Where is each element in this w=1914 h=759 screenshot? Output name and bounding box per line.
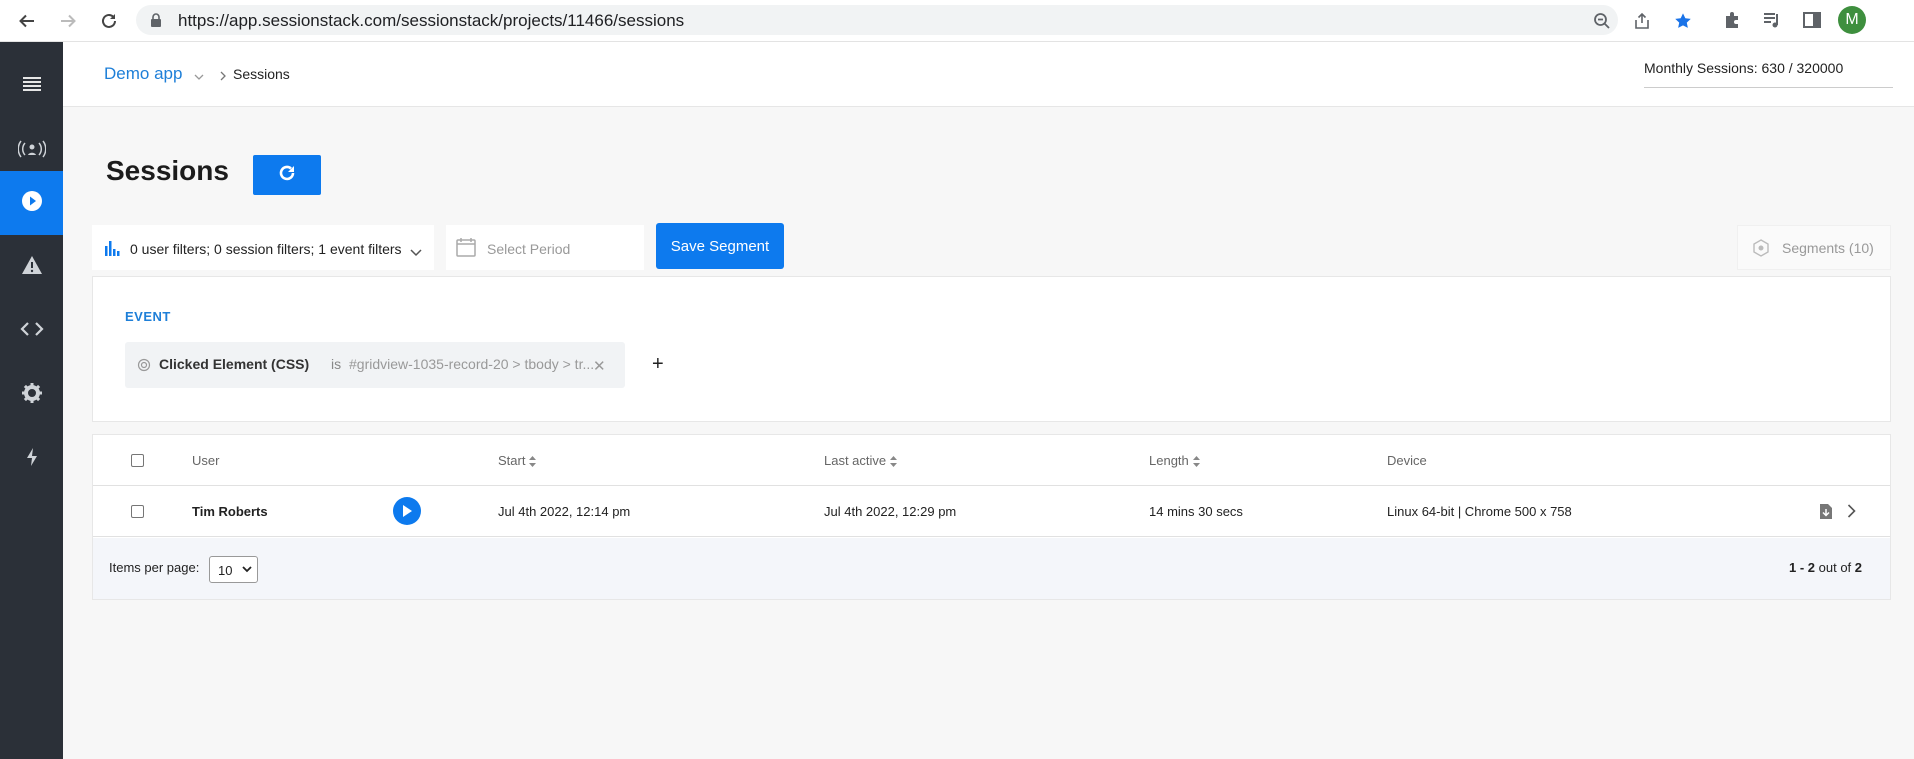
period-picker[interactable]: Select Period bbox=[446, 225, 644, 270]
column-start[interactable]: Start bbox=[498, 453, 537, 468]
chevron-down-icon[interactable] bbox=[194, 68, 204, 86]
event-filter-panel: EVENT Clicked Element (CSS) is #gridview… bbox=[92, 276, 1891, 422]
close-icon[interactable]: ✕ bbox=[593, 357, 606, 375]
sidebar-item-sessions[interactable] bbox=[0, 171, 63, 235]
column-user: User bbox=[192, 453, 220, 468]
column-start-label: Start bbox=[498, 453, 526, 468]
column-length-label: Length bbox=[1149, 453, 1189, 468]
filters-summary: 0 user filters; 0 session filters; 1 eve… bbox=[130, 241, 402, 257]
table-row[interactable]: Tim Roberts Jul 4th 2022, 12:14 pm Jul 4… bbox=[93, 487, 1890, 537]
bolt-icon bbox=[25, 447, 39, 472]
select-all-checkbox[interactable] bbox=[131, 454, 144, 467]
refresh-button[interactable] bbox=[253, 155, 321, 195]
segments-button[interactable]: Segments (10) bbox=[1737, 225, 1891, 270]
chevron-down-icon bbox=[410, 244, 422, 262]
breadcrumb[interactable]: Sessions bbox=[233, 66, 290, 82]
extensions-puzzle-icon[interactable] bbox=[1721, 9, 1743, 31]
refresh-icon bbox=[277, 163, 297, 188]
sort-icon bbox=[890, 456, 898, 468]
period-placeholder: Select Period bbox=[487, 241, 571, 257]
column-device: Device bbox=[1387, 453, 1427, 468]
chevron-right-icon bbox=[220, 68, 227, 86]
event-condition-chip[interactable]: Clicked Element (CSS) is #gridview-1035-… bbox=[125, 342, 625, 388]
column-length[interactable]: Length bbox=[1149, 453, 1200, 468]
filters-dropdown[interactable]: 0 user filters; 0 session filters; 1 eve… bbox=[92, 225, 434, 270]
add-event-button[interactable]: + bbox=[652, 353, 664, 376]
play-session-button[interactable] bbox=[393, 497, 421, 525]
play-circle-icon bbox=[21, 190, 43, 217]
event-condition-name: Clicked Element (CSS) bbox=[159, 356, 310, 372]
event-heading: EVENT bbox=[125, 309, 171, 324]
download-icon[interactable] bbox=[1819, 503, 1833, 525]
monthly-sessions-usage: Monthly Sessions: 630 / 320000 bbox=[1644, 60, 1844, 76]
app-selector[interactable]: Demo app bbox=[104, 64, 182, 84]
sort-icon bbox=[529, 456, 537, 468]
row-length: 14 mins 30 secs bbox=[1149, 504, 1243, 519]
lock-icon bbox=[150, 13, 162, 32]
event-condition-value: #gridview-1035-record-20 > tbody > tr... bbox=[349, 356, 595, 372]
pagination-summary: 1 - 2 out of 2 bbox=[1789, 560, 1862, 575]
items-per-page-label: Items per page: bbox=[109, 560, 200, 575]
sidebar-item-quick-actions[interactable] bbox=[0, 427, 63, 491]
back-icon[interactable] bbox=[14, 8, 40, 34]
code-icon bbox=[19, 321, 44, 342]
browser-toolbar: https://app.sessionstack.com/sessionstac… bbox=[0, 0, 1914, 42]
usage-divider bbox=[1644, 87, 1893, 88]
table-footer: Items per page: 10 1 - 2 out of 2 bbox=[93, 538, 1890, 599]
gear-icon bbox=[21, 382, 43, 409]
zoom-icon[interactable] bbox=[1593, 12, 1611, 30]
top-bar: Demo app Sessions Monthly Sessions: 630 … bbox=[63, 42, 1914, 107]
segments-label: Segments (10) bbox=[1782, 240, 1874, 256]
play-icon bbox=[403, 505, 412, 517]
chevron-right-icon[interactable] bbox=[1847, 504, 1856, 523]
address-bar[interactable]: https://app.sessionstack.com/sessionstac… bbox=[136, 5, 1691, 35]
forward-icon[interactable] bbox=[55, 8, 81, 34]
sort-icon bbox=[1192, 456, 1200, 468]
page-title: Sessions bbox=[106, 155, 229, 186]
column-last-active-label: Last active bbox=[824, 453, 887, 468]
row-last-active: Jul 4th 2022, 12:29 pm bbox=[824, 504, 957, 519]
pager-of: out of bbox=[1818, 560, 1852, 575]
bookmark-star-icon[interactable] bbox=[1674, 12, 1692, 30]
warning-icon bbox=[21, 255, 43, 280]
event-condition-operator: is bbox=[331, 356, 342, 372]
sessions-table: User Start Last active Length Device Tim… bbox=[92, 434, 1891, 600]
sidebar bbox=[0, 42, 63, 759]
side-panel-icon[interactable] bbox=[1801, 9, 1823, 31]
media-queue-icon[interactable] bbox=[1761, 9, 1783, 31]
share-icon[interactable] bbox=[1633, 12, 1651, 30]
sidebar-item-integrations[interactable] bbox=[0, 299, 63, 363]
broadcast-icon bbox=[17, 140, 46, 163]
row-start: Jul 4th 2022, 12:14 pm bbox=[498, 504, 631, 519]
sidebar-item-menu[interactable] bbox=[0, 55, 63, 119]
bar-chart-icon bbox=[104, 240, 120, 261]
save-segment-button[interactable]: Save Segment bbox=[656, 223, 784, 269]
menu-icon bbox=[22, 76, 42, 99]
row-device: Linux 64-bit | Chrome 500 x 758 bbox=[1387, 504, 1572, 519]
url-text: https://app.sessionstack.com/sessionstac… bbox=[178, 11, 685, 30]
sidebar-item-settings[interactable] bbox=[0, 363, 63, 427]
pager-range: 1 - 2 bbox=[1789, 560, 1816, 575]
items-per-page-value: 10 bbox=[218, 563, 233, 578]
sidebar-item-alerts[interactable] bbox=[0, 235, 63, 299]
table-header: User Start Last active Length Device bbox=[93, 435, 1890, 486]
column-last-active[interactable]: Last active bbox=[824, 453, 898, 468]
segments-icon bbox=[1752, 239, 1770, 262]
row-checkbox[interactable] bbox=[131, 505, 144, 518]
reload-icon[interactable] bbox=[96, 8, 122, 34]
pager-total: 2 bbox=[1854, 560, 1863, 575]
calendar-icon bbox=[456, 237, 476, 262]
chevron-down-icon bbox=[242, 566, 252, 573]
row-user[interactable]: Tim Roberts bbox=[192, 504, 268, 519]
profile-avatar[interactable]: M bbox=[1838, 6, 1866, 34]
click-icon bbox=[137, 358, 151, 377]
items-per-page-select[interactable]: 10 bbox=[209, 556, 258, 583]
